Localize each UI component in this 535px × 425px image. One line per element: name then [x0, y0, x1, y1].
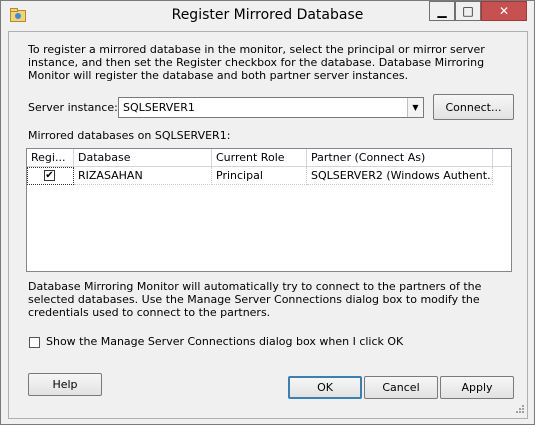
dialog-body: To register a mirrored database in the m…: [8, 31, 528, 419]
column-header-current-role[interactable]: Current Role: [212, 149, 307, 166]
server-instance-label: Server instance:: [28, 101, 118, 114]
show-manage-connections-checkbox[interactable]: [29, 337, 40, 348]
close-button[interactable]: ✕: [481, 1, 527, 21]
apply-button[interactable]: Apply: [440, 376, 514, 399]
partner-cell: SQLSERVER2 (Windows Authent...: [307, 167, 493, 185]
minimize-button[interactable]: ▁: [429, 1, 455, 21]
chevron-down-icon[interactable]: ▼: [407, 98, 423, 117]
connect-button[interactable]: Connect...: [433, 94, 514, 120]
dialog-window: Register Mirrored Database ▁ □ ✕ To regi…: [0, 0, 535, 425]
column-header-partner[interactable]: Partner (Connect As): [307, 149, 493, 166]
mirrored-databases-label: Mirrored databases on SQLSERVER1:: [28, 129, 231, 142]
register-checkbox[interactable]: ✔: [44, 170, 55, 181]
resize-grip-icon[interactable]: [513, 404, 525, 416]
database-cell: RIZASAHAN: [74, 167, 212, 185]
column-header-register[interactable]: Regi...: [27, 149, 74, 166]
title-bar[interactable]: Register Mirrored Database ▁ □ ✕: [1, 1, 534, 30]
cancel-button[interactable]: Cancel: [364, 376, 438, 399]
note-text: Database Mirroring Monitor will automati…: [28, 280, 482, 319]
grid-header: Regi... Database Current Role Partner (C…: [27, 149, 511, 167]
register-cell[interactable]: ✔: [27, 167, 74, 185]
ok-button[interactable]: OK: [288, 376, 362, 399]
help-button[interactable]: Help: [28, 373, 102, 396]
intro-text: To register a mirrored database in the m…: [28, 43, 485, 82]
server-instance-select[interactable]: SQLSERVER1 ▼: [118, 97, 424, 118]
show-manage-connections-label[interactable]: Show the Manage Server Connections dialo…: [46, 335, 403, 348]
table-row[interactable]: ✔ RIZASAHAN Principal SQLSERVER2 (Window…: [27, 167, 511, 185]
mirrored-databases-grid[interactable]: Regi... Database Current Role Partner (C…: [26, 148, 512, 272]
role-cell: Principal: [212, 167, 307, 185]
server-instance-value: SQLSERVER1: [123, 101, 195, 114]
column-header-database[interactable]: Database: [74, 149, 212, 166]
maximize-button[interactable]: □: [455, 1, 481, 21]
